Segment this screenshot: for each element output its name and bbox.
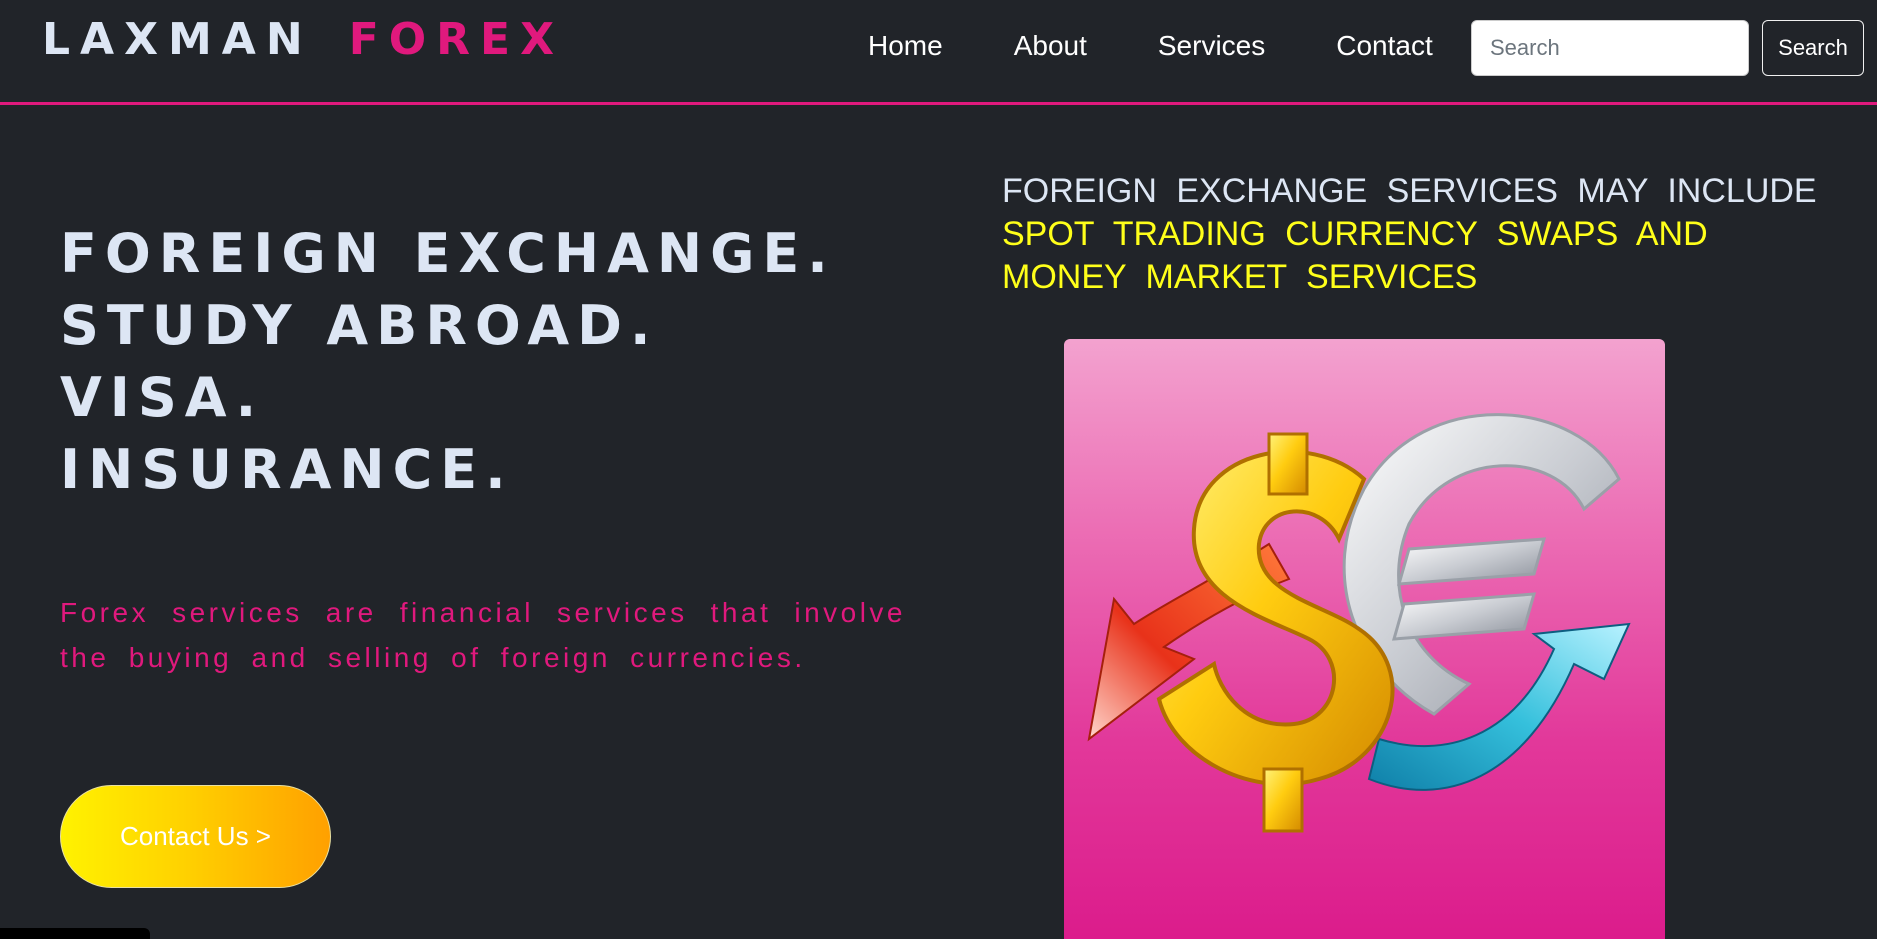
nav-link-services[interactable]: Services bbox=[1158, 30, 1265, 62]
search-input[interactable] bbox=[1471, 20, 1749, 76]
search-button[interactable]: Search bbox=[1762, 20, 1864, 76]
corner-tab bbox=[0, 928, 150, 939]
nav-link-contact[interactable]: Contact bbox=[1336, 30, 1433, 62]
nav-link-home[interactable]: Home bbox=[868, 30, 943, 62]
contact-us-button[interactable]: Contact Us > bbox=[60, 785, 331, 888]
hero-description: Forex services are financial services th… bbox=[60, 597, 906, 673]
dollar-euro-exchange-icon bbox=[1087, 413, 1631, 833]
brand-logo[interactable]: LAXMAN FOREX bbox=[42, 14, 564, 65]
hero-heading-line: INSURANCE. bbox=[60, 438, 514, 501]
currency-exchange-image bbox=[1064, 339, 1665, 939]
hero-heading-line: FOREIGN EXCHANGE. bbox=[60, 222, 836, 285]
brand-name-part2: FOREX bbox=[348, 14, 565, 65]
brand-name-part1: LAXMAN bbox=[42, 14, 313, 65]
hero-heading-line: STUDY ABROAD. bbox=[60, 294, 659, 357]
navbar: LAXMAN FOREX Home About Services Contact … bbox=[0, 0, 1877, 105]
services-highlight: SPOT TRADING CURRENCY SWAPS AND MONEY MA… bbox=[1002, 215, 1708, 296]
nav-link-about[interactable]: About bbox=[1014, 30, 1087, 62]
hero-heading: FOREIGN EXCHANGE. STUDY ABROAD. VISA. IN… bbox=[60, 218, 836, 506]
hero-heading-line: VISA. bbox=[60, 366, 265, 429]
nav-links: Home About Services Contact bbox=[868, 30, 1433, 62]
services-intro: FOREIGN EXCHANGE SERVICES MAY INCLUDE bbox=[1002, 172, 1817, 210]
services-text: FOREIGN EXCHANGE SERVICES MAY INCLUDE SP… bbox=[1002, 170, 1817, 299]
